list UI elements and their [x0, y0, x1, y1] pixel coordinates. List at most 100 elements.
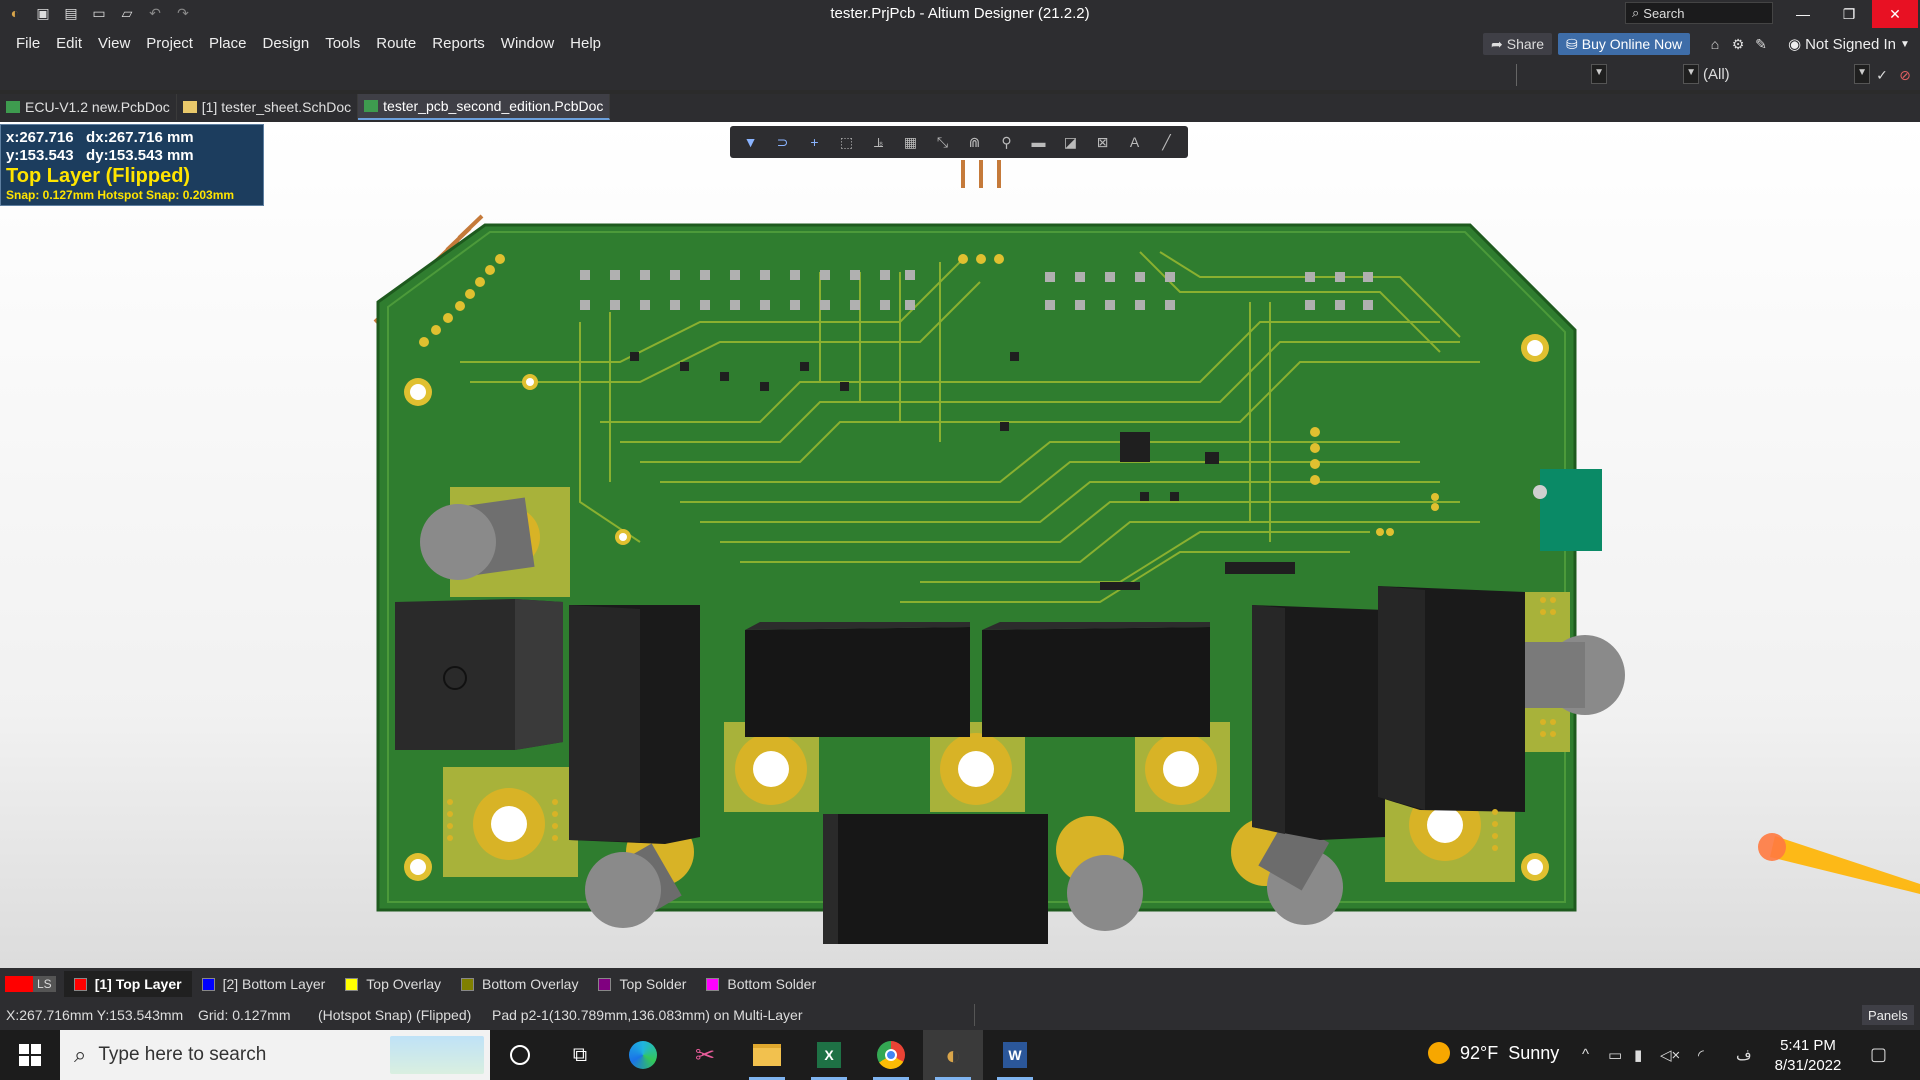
word-app-icon[interactable]: W — [985, 1030, 1045, 1080]
cortana-icon[interactable] — [490, 1030, 550, 1080]
pcb-3d-canvas[interactable]: x:267.716 dx:267.716 mm y:153.543 dy:153… — [0, 122, 1920, 968]
panels-button[interactable]: Panels — [1862, 1005, 1914, 1025]
layer-tab-bottom-solder[interactable]: Bottom Solder — [696, 971, 826, 997]
search-icon: ⌕ — [1632, 5, 1640, 20]
layer-tab-bottom-overlay[interactable]: Bottom Overlay — [451, 971, 588, 997]
interactive-route-icon[interactable]: ⤡ — [930, 130, 955, 154]
notifications-icon[interactable]: ▢ — [1870, 1044, 1887, 1065]
battery-icon[interactable]: ▮ — [1634, 1046, 1642, 1064]
redo-icon[interactable]: ↷ — [174, 4, 192, 22]
polygon-icon[interactable]: ▬ — [1026, 130, 1051, 154]
layer-set-dropdown[interactable]: ▼ — [1591, 64, 1607, 84]
user-icon: ◉ — [1788, 36, 1802, 53]
menu-route[interactable]: Route — [370, 35, 422, 52]
save-all-icon[interactable]: ▤ — [62, 4, 80, 22]
chevron-down-icon: ▼ — [1686, 67, 1696, 78]
start-button[interactable] — [0, 1030, 60, 1080]
search-icon: ⌕ — [74, 1042, 87, 1067]
tab-tester-pcb-second-edition[interactable]: tester_pcb_second_edition.PcbDoc — [358, 94, 611, 120]
menu-design[interactable]: Design — [257, 35, 316, 52]
menu-place[interactable]: Place — [203, 35, 253, 52]
layer-tab-label: [1] Top Layer — [94, 976, 182, 992]
wifi-icon[interactable]: ◜ — [1698, 1046, 1704, 1064]
system-clock[interactable]: 5:41 PM 8/31/2022 — [1768, 1036, 1848, 1076]
filter-value: (All) — [1703, 66, 1730, 83]
route-icon[interactable]: ⊃ — [770, 130, 795, 154]
close-button[interactable]: ✕ — [1872, 0, 1918, 28]
tab-tester-schdoc[interactable]: [1] tester_sheet.SchDoc — [177, 94, 359, 120]
altium-logo-icon[interactable]: ◐ — [6, 4, 24, 22]
edge-browser-icon[interactable] — [613, 1030, 673, 1080]
layer-set-button[interactable]: LS — [5, 974, 56, 994]
status-bar: X:267.716mm Y:153.543mm Grid: 0.127mm (H… — [0, 1000, 1920, 1030]
account-menu[interactable]: ◉ Not Signed In ▼ — [1788, 35, 1910, 54]
home-icon[interactable]: ⌂ — [1706, 35, 1724, 53]
select-rect-icon[interactable]: ⬚ — [834, 130, 859, 154]
restore-button[interactable]: ❐ — [1826, 0, 1872, 28]
cart-icon: ⛁ — [1566, 35, 1578, 52]
undo-icon[interactable]: ↶ — [146, 4, 164, 22]
share-label: Share — [1506, 36, 1545, 52]
snipping-tool-icon[interactable]: ✂ — [675, 1030, 735, 1080]
layer-tab-bottom-layer[interactable]: [2] Bottom Layer — [192, 971, 336, 997]
volume-muted-icon[interactable]: ◁× — [1660, 1046, 1680, 1064]
active-bar: ▼ ⊃ + ⬚ ⫡ ▦ ⤡ ⋒ ⚲ ▬ ◪ ⊠ A ╱ — [730, 126, 1188, 158]
text-icon[interactable]: A — [1122, 130, 1147, 154]
diff-pair-icon[interactable]: ⋒ — [962, 130, 987, 154]
excel-app-icon[interactable]: X — [799, 1030, 859, 1080]
notifications-icon[interactable]: ✎ — [1752, 35, 1770, 53]
selection-dropdown[interactable]: ▼ — [1854, 64, 1870, 84]
layer-tab-top-layer[interactable]: [1] Top Layer — [63, 971, 192, 997]
save-icon[interactable]: ▣ — [34, 4, 52, 22]
light-source-icon — [1758, 833, 1786, 861]
meet-now-icon[interactable]: ▭ — [1608, 1046, 1622, 1064]
layer-tab-top-solder[interactable]: Top Solder — [588, 971, 696, 997]
input-language[interactable]: ف — [1736, 1046, 1752, 1064]
via-icon[interactable]: ⚲ — [994, 130, 1019, 154]
minimize-button[interactable]: — — [1780, 0, 1826, 28]
layer-tab-label: Top Solder — [619, 976, 687, 992]
menu-edit[interactable]: Edit — [50, 35, 88, 52]
global-search[interactable]: ⌕ Search — [1625, 2, 1773, 24]
menu-help[interactable]: Help — [564, 35, 607, 52]
share-button[interactable]: ➦ Share — [1483, 33, 1553, 55]
tab-ecu-pcbdoc[interactable]: ECU-V1.2 new.PcbDoc — [0, 94, 177, 120]
taskbar-search[interactable]: ⌕ Type here to search — [60, 1030, 490, 1080]
pcb-3d-view[interactable] — [0, 122, 1920, 968]
status-snap: (Hotspot Snap) (Flipped) — [318, 1007, 472, 1023]
buy-online-button[interactable]: ⛁ Buy Online Now — [1558, 33, 1691, 55]
altium-taskbar-icon[interactable]: ◐ — [923, 1030, 983, 1080]
filter-dropdown[interactable]: ▼ — [1683, 64, 1699, 84]
status-pad-info: Pad p2-1(130.789mm,136.083mm) on Multi-L… — [492, 1007, 803, 1023]
menu-tools[interactable]: Tools — [319, 35, 366, 52]
selection-filter-icon[interactable]: ✓ — [1873, 66, 1891, 84]
tab-label: ECU-V1.2 new.PcbDoc — [25, 99, 170, 115]
layer-tab-top-overlay[interactable]: Top Overlay — [335, 971, 451, 997]
region-icon[interactable]: ◪ — [1058, 130, 1083, 154]
component-icon[interactable]: ▦ — [898, 130, 923, 154]
gear-icon[interactable]: ⚙ — [1729, 35, 1747, 53]
weather-widget[interactable]: 92°F Sunny — [1428, 1042, 1559, 1064]
layer-color-swatch — [598, 977, 612, 991]
menu-view[interactable]: View — [92, 35, 136, 52]
chevron-up-icon[interactable]: ^ — [1582, 1046, 1589, 1063]
open-icon[interactable]: ▭ — [90, 4, 108, 22]
menu-file[interactable]: File — [10, 35, 46, 52]
file-explorer-icon[interactable] — [737, 1030, 797, 1080]
open-project-icon[interactable]: ▱ — [118, 4, 136, 22]
filter-icon[interactable]: ▼ — [738, 130, 763, 154]
menu-window[interactable]: Window — [495, 35, 560, 52]
align-icon[interactable]: ⫡ — [866, 130, 891, 154]
clock-date: 8/31/2022 — [1774, 1057, 1842, 1074]
line-icon[interactable]: ╱ — [1154, 130, 1179, 154]
clock-time: 5:41 PM — [1780, 1037, 1836, 1054]
menu-reports[interactable]: Reports — [426, 35, 491, 52]
clear-filter-icon[interactable]: ⊘ — [1896, 66, 1914, 84]
layer-color-swatch — [460, 977, 474, 991]
chrome-icon[interactable] — [861, 1030, 921, 1080]
plus-icon[interactable]: + — [802, 130, 827, 154]
dimension-icon[interactable]: ⊠ — [1090, 130, 1115, 154]
menu-project[interactable]: Project — [140, 35, 199, 52]
ls-label: LS — [33, 976, 56, 992]
task-view-icon[interactable]: ⧉ — [550, 1030, 610, 1080]
